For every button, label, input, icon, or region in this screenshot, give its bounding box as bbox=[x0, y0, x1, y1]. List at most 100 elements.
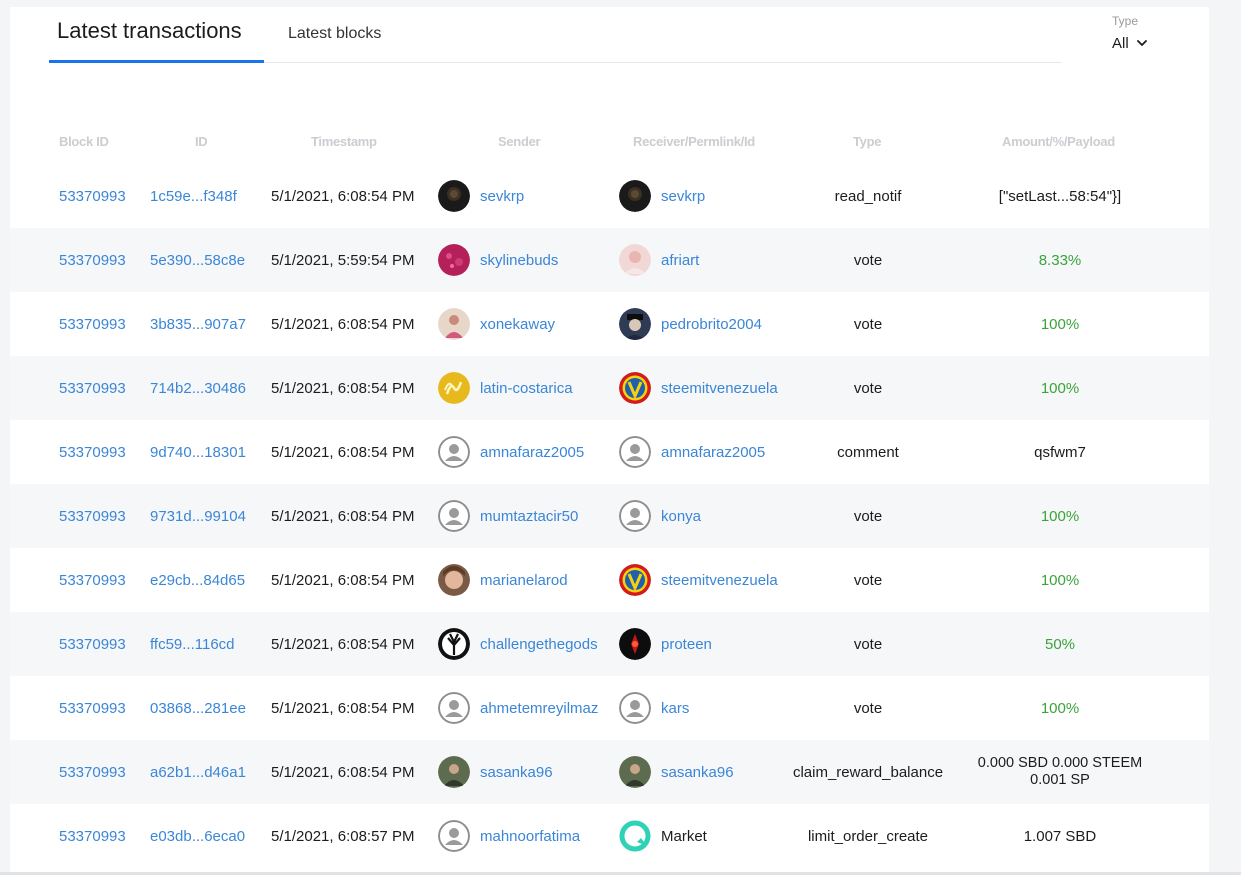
dark-photo-avatar[interactable] bbox=[438, 180, 470, 212]
amount-value: 1.007 SBD bbox=[1023, 827, 1097, 845]
operation-type: vote bbox=[853, 251, 883, 269]
table-row: 53370993 1c59e...f348f 5/1/2021, 6:08:54 P… bbox=[10, 164, 1209, 228]
sender-cell: challengethegods bbox=[438, 612, 598, 676]
transaction-id-link[interactable]: a62b1...d46a1 bbox=[150, 740, 246, 804]
sender-link[interactable]: sevkrp bbox=[480, 188, 524, 205]
hat-photo-avatar[interactable] bbox=[619, 308, 651, 340]
default-user-icon-avatar[interactable] bbox=[619, 500, 651, 532]
sender-link[interactable]: mumtaztacir50 bbox=[480, 508, 578, 525]
block-id-link[interactable]: 53370993 bbox=[59, 740, 126, 804]
default-user-icon-avatar[interactable] bbox=[619, 692, 651, 724]
operation-type: vote bbox=[853, 635, 883, 653]
receiver-link[interactable]: afriart bbox=[661, 252, 699, 269]
amount-cell: 1.007 SBD bbox=[950, 804, 1170, 868]
receiver-link[interactable]: steemitvenezuela bbox=[661, 572, 778, 589]
sender-link[interactable]: sasanka96 bbox=[480, 764, 553, 781]
block-id-link[interactable]: 53370993 bbox=[59, 804, 126, 868]
light-photo-avatar[interactable] bbox=[619, 244, 651, 276]
transaction-id-link[interactable]: 714b2...30486 bbox=[150, 356, 246, 420]
pink-photo-avatar[interactable] bbox=[438, 244, 470, 276]
sender-cell: amnafaraz2005 bbox=[438, 420, 584, 484]
sender-cell: xonekaway bbox=[438, 292, 555, 356]
green-photo-avatar[interactable] bbox=[619, 756, 651, 788]
tab-label: Latest blocks bbox=[288, 25, 382, 42]
green-photo-avatar[interactable] bbox=[438, 756, 470, 788]
amount-value: ["setLast...58:54"}] bbox=[998, 187, 1122, 205]
receiver-link[interactable]: steemitvenezuela bbox=[661, 380, 778, 397]
person-photo-avatar[interactable] bbox=[438, 308, 470, 340]
default-user-icon-avatar[interactable] bbox=[438, 692, 470, 724]
default-user-icon-avatar[interactable] bbox=[438, 820, 470, 852]
block-id-link[interactable]: 53370993 bbox=[59, 420, 126, 484]
tab-latest-transactions[interactable]: Latest transactions bbox=[49, 14, 264, 63]
receiver-link[interactable]: amnafaraz2005 bbox=[661, 444, 765, 461]
v-logo-avatar[interactable] bbox=[619, 372, 651, 404]
receiver-link[interactable]: sevkrp bbox=[661, 188, 705, 205]
table-row: 53370993 3b835...907a7 5/1/2021, 6:08:54 P… bbox=[10, 292, 1209, 356]
receiver-link[interactable]: konya bbox=[661, 508, 701, 525]
block-id-link[interactable]: 53370993 bbox=[59, 292, 126, 356]
operation-type: limit_order_create bbox=[807, 827, 929, 845]
receiver-link[interactable]: sasanka96 bbox=[661, 764, 734, 781]
sender-link[interactable]: challengethegods bbox=[480, 636, 598, 653]
default-user-icon-avatar[interactable] bbox=[438, 436, 470, 468]
transaction-id-link[interactable]: e29cb...84d65 bbox=[150, 548, 245, 612]
receiver-link[interactable]: pedrobrito2004 bbox=[661, 316, 762, 333]
transaction-id-link[interactable]: 9d740...18301 bbox=[150, 420, 246, 484]
transaction-id-link[interactable]: 03868...281ee bbox=[150, 676, 246, 740]
amount-value: 100% bbox=[1040, 379, 1080, 397]
timestamp: 5/1/2021, 6:08:54 PM bbox=[271, 763, 415, 781]
operation-type: vote bbox=[853, 507, 883, 525]
v-logo-avatar[interactable] bbox=[619, 564, 651, 596]
receiver-cell: amnafaraz2005 bbox=[619, 420, 765, 484]
transaction-id-link[interactable]: 9731d...99104 bbox=[150, 484, 246, 548]
type-filter-dropdown[interactable]: Type All bbox=[1112, 14, 1172, 58]
default-user-icon-avatar[interactable] bbox=[438, 500, 470, 532]
column-header-amount: Amount/%/Payload bbox=[1002, 134, 1115, 149]
receiver-cell: steemitvenezuela bbox=[619, 548, 778, 612]
receiver-cell: proteen bbox=[619, 612, 712, 676]
red-logo-avatar[interactable] bbox=[619, 628, 651, 660]
tree-logo-avatar[interactable] bbox=[438, 628, 470, 660]
receiver-link[interactable]: kars bbox=[661, 700, 689, 717]
block-id-link[interactable]: 53370993 bbox=[59, 548, 126, 612]
block-id-link[interactable]: 53370993 bbox=[59, 612, 126, 676]
face-photo-avatar[interactable] bbox=[438, 564, 470, 596]
sender-link[interactable]: amnafaraz2005 bbox=[480, 444, 584, 461]
timestamp: 5/1/2021, 6:08:54 PM bbox=[271, 187, 415, 205]
type-filter-label: Type bbox=[1112, 14, 1139, 28]
market-logo-avatar[interactable] bbox=[619, 820, 651, 852]
sender-link[interactable]: latin-costarica bbox=[480, 380, 573, 397]
block-id-link[interactable]: 53370993 bbox=[59, 676, 126, 740]
sender-link[interactable]: skylinebuds bbox=[480, 252, 558, 269]
sender-cell: ahmetemreyilmaz bbox=[438, 676, 598, 740]
timestamp: 5/1/2021, 6:08:54 PM bbox=[271, 315, 415, 333]
block-id-link[interactable]: 53370993 bbox=[59, 484, 126, 548]
operation-type: read_notif bbox=[834, 187, 902, 205]
tab-latest-blocks[interactable]: Latest blocks bbox=[288, 14, 408, 63]
sender-link[interactable]: mahnoorfatima bbox=[480, 828, 580, 845]
default-user-icon-avatar[interactable] bbox=[619, 436, 651, 468]
receiver-link[interactable]: proteen bbox=[661, 636, 712, 653]
table-row: 53370993 9d740...18301 5/1/2021, 6:08:54 P… bbox=[10, 420, 1209, 484]
gold-logo-avatar[interactable] bbox=[438, 372, 470, 404]
transaction-id-link[interactable]: e03db...6eca0 bbox=[150, 804, 245, 868]
sender-cell: latin-costarica bbox=[438, 356, 573, 420]
block-id-link[interactable]: 53370993 bbox=[59, 228, 126, 292]
dark-photo-avatar[interactable] bbox=[619, 180, 651, 212]
amount-cell: 100% bbox=[950, 484, 1170, 548]
block-id-link[interactable]: 53370993 bbox=[59, 356, 126, 420]
sender-link[interactable]: marianelarod bbox=[480, 572, 568, 589]
sender-link[interactable]: xonekaway bbox=[480, 316, 555, 333]
sender-cell: sevkrp bbox=[438, 164, 524, 228]
receiver-cell: sasanka96 bbox=[619, 740, 734, 804]
transaction-id-link[interactable]: 1c59e...f348f bbox=[150, 164, 237, 228]
sender-link[interactable]: ahmetemreyilmaz bbox=[480, 700, 598, 717]
receiver-cell: kars bbox=[619, 676, 689, 740]
transaction-id-link[interactable]: 3b835...907a7 bbox=[150, 292, 246, 356]
transaction-id-link[interactable]: ffc59...116cd bbox=[150, 612, 235, 676]
block-id-link[interactable]: 53370993 bbox=[59, 164, 126, 228]
operation-type: vote bbox=[853, 379, 883, 397]
transaction-id-link[interactable]: 5e390...58c8e bbox=[150, 228, 245, 292]
operation-type: vote bbox=[853, 699, 883, 717]
